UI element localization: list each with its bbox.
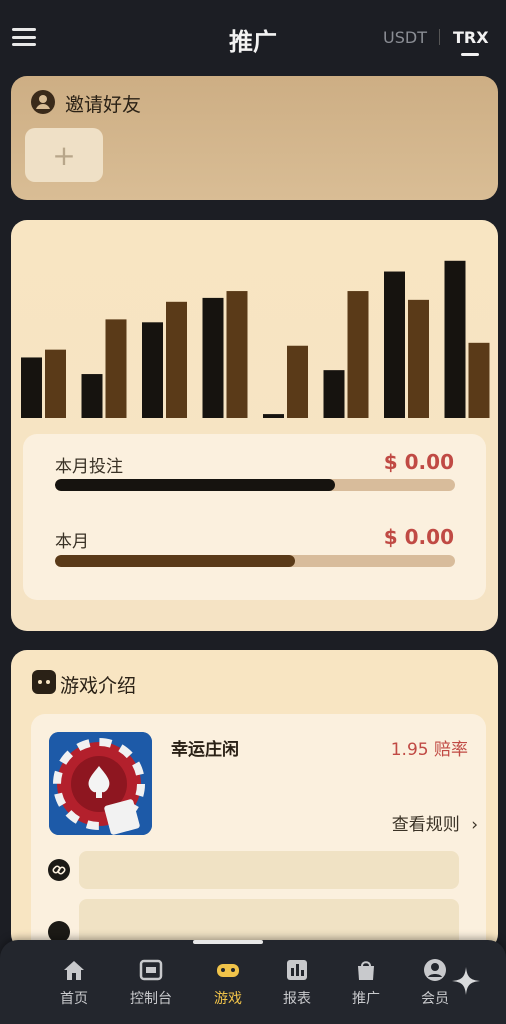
second-progress-fill — [55, 555, 295, 567]
chart-bar-0-1 — [45, 349, 66, 418]
user-plus-icon — [31, 90, 55, 114]
tab-report[interactable]: 报表 — [267, 958, 327, 1008]
page-title: 推广 — [229, 28, 277, 56]
link-icon — [48, 859, 70, 881]
tab-member-label: 会员 — [421, 991, 449, 1007]
sparkle-icon[interactable] — [451, 966, 481, 996]
chart-bar-4-0 — [263, 414, 284, 418]
chart-bar-4-1 — [287, 345, 308, 418]
tab-home-label: 首页 — [60, 991, 88, 1007]
chart-bar-7-0 — [444, 260, 466, 418]
invite-title: 邀请好友 — [65, 94, 142, 116]
currency-divider — [439, 29, 440, 45]
tab-game-label: 游戏 — [214, 991, 242, 1007]
game-section-title: 游戏介绍 — [60, 675, 137, 697]
chart-bar-5-1 — [347, 291, 369, 418]
user-icon — [424, 959, 446, 981]
second-stat-label: 本月 — [55, 532, 89, 552]
chart-bar-1-1 — [105, 319, 127, 418]
bet-progress-track — [55, 479, 455, 491]
stats-card: 本月投注 $ 0.00 本月 $ 0.00 — [11, 220, 498, 631]
tab-home[interactable]: 首页 — [44, 958, 104, 1008]
chart-bar-0-0 — [21, 357, 42, 418]
report-icon — [287, 960, 307, 980]
chart-bar-6-0 — [384, 271, 405, 418]
second-stat-value: $ 0.00 — [383, 525, 454, 549]
tab-console[interactable]: 控制台 — [121, 958, 181, 1008]
tab-console-label: 控制台 — [130, 991, 172, 1007]
tab-promotion[interactable]: 推广 — [336, 958, 396, 1008]
invite-card: 邀请好友 + — [11, 76, 498, 200]
chart-bar-2-1 — [166, 301, 187, 418]
bottom-tab-bar: 首页 控制台 游戏 报表 推广 会员 — [0, 940, 506, 1024]
home-icon — [64, 961, 84, 980]
chart-bar-5-0 — [323, 370, 345, 418]
game-intro-card: 游戏介绍 幸运庄闲 1.95 赔率 查看规则 › — [11, 650, 498, 974]
chevron-right-icon: › — [471, 815, 478, 835]
game-item: 幸运庄闲 1.95 赔率 查看规则 › — [31, 714, 486, 974]
currency-active-indicator — [461, 53, 479, 56]
game-icon — [217, 964, 239, 977]
currency-tab-usdt[interactable]: USDT — [383, 28, 427, 47]
chart-bar-3-1 — [226, 291, 248, 418]
bet-value: $ 0.00 — [383, 450, 454, 474]
chart-bar-2-0 — [142, 322, 163, 418]
poker-chip-icon[interactable] — [49, 732, 152, 835]
game-rate: 1.95 赔率 — [390, 740, 468, 760]
console-icon — [139, 959, 163, 981]
monthly-bar-chart — [21, 260, 490, 418]
tab-promotion-label: 推广 — [352, 991, 380, 1007]
game-name: 幸运庄闲 — [171, 740, 239, 760]
bet-label: 本月投注 — [55, 457, 123, 477]
tab-report-label: 报表 — [283, 991, 311, 1007]
app-header: 推广 USDT TRX — [0, 0, 506, 76]
chart-bar-7-1 — [468, 342, 490, 418]
bag-icon — [358, 961, 374, 980]
tab-game[interactable]: 游戏 — [198, 958, 258, 1008]
currency-tab-trx[interactable]: TRX — [453, 28, 489, 47]
view-rules-link[interactable]: 查看规则 › — [392, 810, 478, 835]
invite-link-field[interactable] — [79, 851, 459, 889]
chart-bar-3-0 — [202, 297, 224, 418]
bet-progress-fill — [55, 479, 335, 491]
chart-bar-1-0 — [81, 374, 103, 418]
view-rules-label: 查看规则 — [391, 815, 460, 835]
chart-bar-6-1 — [408, 299, 429, 418]
second-progress-track — [55, 555, 455, 567]
gamepad-icon — [32, 670, 56, 694]
stats-panel: 本月投注 $ 0.00 本月 $ 0.00 — [23, 434, 486, 600]
add-invite-button[interactable]: + — [25, 128, 103, 182]
tab-bar-handle — [193, 940, 263, 944]
